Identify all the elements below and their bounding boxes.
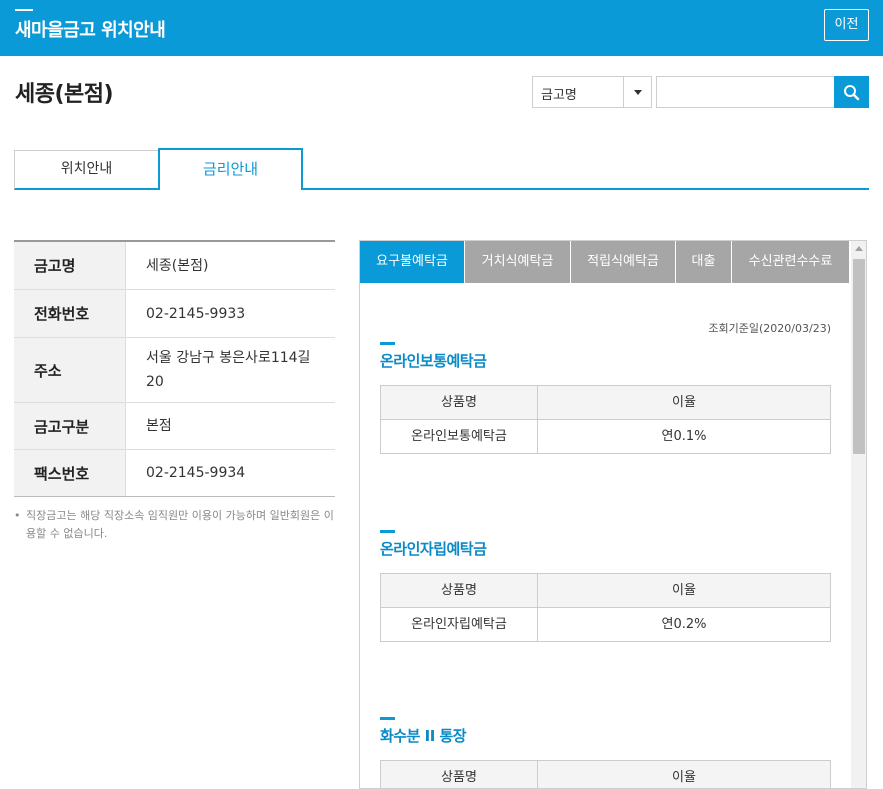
search-type-select[interactable]: 금고명 xyxy=(532,76,652,108)
section-accent-bar xyxy=(380,342,395,345)
tab-underline xyxy=(302,188,869,190)
product-name-cell: 온라인보통예탁금 xyxy=(380,420,538,453)
info-label: 주소 xyxy=(14,338,126,402)
search-button[interactable] xyxy=(834,76,869,108)
info-value: 본점 xyxy=(146,418,172,434)
col-product-header: 상품명 xyxy=(380,761,538,788)
section-title: 화수분 II 통장 xyxy=(380,727,467,745)
subtab-time-deposit[interactable]: 거치식예탁금 xyxy=(465,241,571,283)
subtab-demand-deposit[interactable]: 요구불예탁금 xyxy=(360,241,465,283)
rate-table: 상품명 이율 온라인자립예탁금 연0.2% xyxy=(380,573,831,642)
table-row: 온라인자립예탁금 연0.2% xyxy=(380,608,831,642)
search-type-value: 금고명 xyxy=(541,88,577,103)
info-value: 서울 강남구 봉은사로114길 20 xyxy=(146,350,311,390)
scrollbar-thumb[interactable] xyxy=(853,259,865,454)
rate-cell: 연0.1% xyxy=(538,420,831,453)
info-value: 세종(본점) xyxy=(146,257,209,274)
branch-name-heading: 세종(본점) xyxy=(15,82,114,107)
col-rate-header: 이율 xyxy=(538,386,831,419)
header-bar: 새마을금고 위치안내 이전 xyxy=(0,0,883,56)
col-product-header: 상품명 xyxy=(380,386,538,419)
rate-sub-tabs: 요구불예탁금 거치식예탁금 적립식예탁금 대출 수신관련수수료 xyxy=(360,241,850,283)
info-row-fax: 팩스번호 02-2145-9934 xyxy=(14,450,335,496)
product-name-cell: 온라인자립예탁금 xyxy=(380,608,538,641)
info-label: 팩스번호 xyxy=(14,450,126,496)
search-input[interactable] xyxy=(656,76,836,108)
rate-section: 화수분 II 통장 상품명 이율 xyxy=(380,717,831,788)
info-row-type: 금고구분 본점 xyxy=(14,403,335,450)
header-accent-line xyxy=(15,9,33,11)
section-accent-bar xyxy=(380,530,395,533)
info-label: 금고명 xyxy=(14,242,126,289)
workplace-branch-note: 직장금고는 해당 직장소속 임직원만 이용이 가능하며 일반회원은 이용할 수 … xyxy=(14,507,336,543)
col-rate-header: 이율 xyxy=(538,574,831,607)
subtab-installment-deposit[interactable]: 적립식예탁금 xyxy=(571,241,676,283)
rate-cell: 연0.2% xyxy=(538,608,831,641)
rate-section: 온라인보통예탁금 상품명 이율 온라인보통예탁금 연0.1% xyxy=(380,342,831,454)
section-title: 온라인자립예탁금 xyxy=(380,540,487,558)
table-row: 온라인보통예탁금 연0.1% xyxy=(380,420,831,454)
search-icon xyxy=(844,85,860,101)
back-button[interactable]: 이전 xyxy=(824,9,869,41)
section-title: 온라인보통예탁금 xyxy=(380,352,487,370)
col-product-header: 상품명 xyxy=(380,574,538,607)
rate-table: 상품명 이율 xyxy=(380,760,831,788)
reference-date: 조회기준일(2020/03/23) xyxy=(708,322,831,335)
tab-location[interactable]: 위치안내 xyxy=(14,150,159,190)
info-label: 전화번호 xyxy=(14,290,126,337)
info-row-phone: 전화번호 02-2145-9933 xyxy=(14,290,335,338)
info-value: 02-2145-9933 xyxy=(146,305,246,322)
subtab-loan[interactable]: 대출 xyxy=(676,241,732,283)
subtab-fees[interactable]: 수신관련수수료 xyxy=(732,241,850,283)
col-rate-header: 이율 xyxy=(538,761,831,788)
tab-rates[interactable]: 금리안내 xyxy=(158,148,303,190)
info-row-name: 금고명 세종(본점) xyxy=(14,242,335,290)
branch-info-table: 금고명 세종(본점) 전화번호 02-2145-9933 주소 서울 강남구 봉… xyxy=(14,240,335,497)
rate-table-header: 상품명 이율 xyxy=(380,761,831,788)
info-row-address: 주소 서울 강남구 봉은사로114길 20 xyxy=(14,338,335,403)
rate-panel-scrollbar[interactable] xyxy=(851,241,866,788)
rate-table: 상품명 이율 온라인보통예탁금 연0.1% xyxy=(380,385,831,454)
rate-table-header: 상품명 이율 xyxy=(380,574,831,608)
rate-panel: 요구불예탁금 거치식예탁금 적립식예탁금 대출 수신관련수수료 조회기준일(20… xyxy=(359,240,867,789)
info-label: 금고구분 xyxy=(14,403,126,449)
rate-table-header: 상품명 이율 xyxy=(380,386,831,420)
chevron-down-icon[interactable] xyxy=(623,77,651,107)
scroll-up-arrow-icon[interactable] xyxy=(855,246,863,251)
info-value: 02-2145-9934 xyxy=(146,465,246,481)
section-accent-bar xyxy=(380,717,395,720)
main-tabs: 위치안내 금리안내 xyxy=(14,148,869,190)
page-title: 새마을금고 위치안내 xyxy=(15,20,166,41)
rate-section: 온라인자립예탁금 상품명 이율 온라인자립예탁금 연0.2% xyxy=(380,530,831,642)
